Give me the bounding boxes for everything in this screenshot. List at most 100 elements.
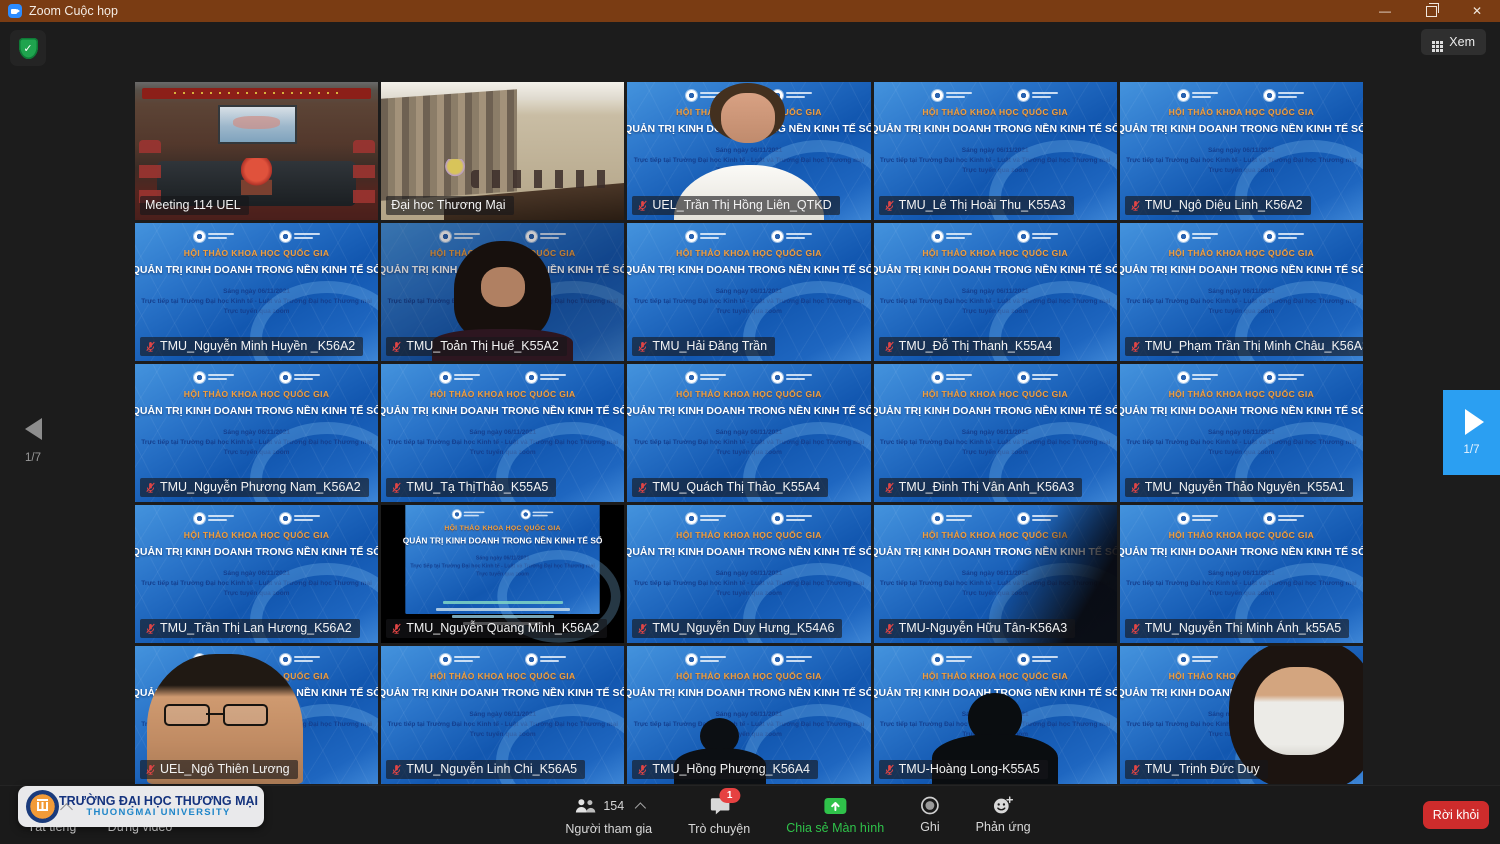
university-logos: [440, 371, 566, 383]
muted-mic-icon: [391, 482, 402, 493]
reactions-button-label: Phản ứng: [976, 820, 1031, 834]
minimize-button[interactable]: —: [1362, 0, 1408, 22]
leave-meeting-button[interactable]: Rời khỏi: [1423, 801, 1489, 829]
banner-conference-type: HỘI THẢO KHOA HỌC QUỐC GIA: [430, 248, 576, 258]
share-screen-button[interactable]: Chia sẻ Màn hình: [786, 786, 884, 844]
uel-logo-icon: [1178, 372, 1189, 383]
banner-online: Trực tuyến qua zoom: [224, 449, 290, 456]
banner-date: Sáng ngày 06/11/2021: [476, 556, 529, 562]
participant-tile[interactable]: HỘI THẢO KHOA HỌC QUỐC GIA QUẢN TRỊ KINH…: [627, 364, 870, 502]
participant-tile[interactable]: HỘI THẢO KHOA HỌC QUỐC GIA QUẢN TRỊ KINH…: [627, 82, 870, 220]
participant-tile[interactable]: HỘI THẢO KHOA HỌC QUỐC GIA QUẢN TRỊ KINH…: [1120, 82, 1363, 220]
banner-conference-type: HỘI THẢO KHOA HỌC QUỐC GIA: [676, 389, 822, 399]
tmu-logo-icon: [1018, 90, 1029, 101]
banner-online: Trực tuyến qua zoom: [1209, 449, 1275, 456]
participants-button[interactable]: 154 Người tham gia: [565, 786, 652, 844]
participant-name-label: UEL_Trần Thị Hồng Liên_QTKD: [632, 196, 839, 215]
university-logos: [932, 371, 1058, 383]
participant-tile[interactable]: HỘI THẢO KHOA HỌC QUỐC GIA QUẢN TRỊ KINH…: [135, 364, 378, 502]
banner-venue: Trực tiếp tại Trường Đại học Kinh tế - L…: [634, 298, 865, 305]
participant-name: TMU_Đinh Thị Vân Anh_K56A3: [899, 480, 1075, 494]
banner-title: QUẢN TRỊ KINH DOANH TRONG NỀN KINH TẾ SỐ: [135, 264, 378, 276]
participant-tile[interactable]: HỘI THẢO KHOA HỌC QUỐC GIA QUẢN TRỊ KINH…: [135, 223, 378, 361]
banner-venue: Trực tiếp tại Trường Đại học Kinh tế - L…: [880, 157, 1111, 164]
participant-name: TMU_Hải Đăng Trần: [652, 339, 767, 353]
participant-tile[interactable]: HỘI THẢO KHOA HỌC QUỐC GIA QUẢN TRỊ KINH…: [135, 505, 378, 643]
banner-date: Sáng ngày 06/11/2021: [716, 147, 783, 154]
banner-date: Sáng ngày 06/11/2021: [962, 711, 1029, 718]
tmu-logo-icon: [1018, 372, 1029, 383]
banner-online: Trực tuyến qua zoom: [1209, 167, 1275, 174]
participant-name: TMU_Nguyễn Phương Nam_K56A2: [160, 480, 361, 494]
participant-tile[interactable]: HỘI THẢO KHOA HỌC QUỐC GIA QUẢN TRỊ KINH…: [874, 82, 1117, 220]
uel-logo-icon: [1178, 654, 1189, 665]
participant-tile[interactable]: HỘI THẢO KHOA HỌC QUỐC GIA QUẢN TRỊ KINH…: [1120, 223, 1363, 361]
participant-tile[interactable]: HỘI THẢO KHOA HỌC QUỐC GIA QUẢN TRỊ KINH…: [381, 364, 624, 502]
participant-tile[interactable]: HỘI THẢO KHOA HỌC QUỐC GIA QUẢN TRỊ KINH…: [874, 364, 1117, 502]
participant-name-label: TMU_Nguyễn Thị Minh Ánh_k55A5: [1125, 619, 1349, 638]
participant-tile[interactable]: HỘI THẢO KHOA HỌC QUỐC GIA QUẢN TRỊ KINH…: [627, 505, 870, 643]
participant-tile[interactable]: HỘI THẢO KHOA HỌC QUỐC GIA QUẢN TRỊ KINH…: [1120, 646, 1363, 784]
participant-tile[interactable]: HỘI THẢO KHOA HỌC QUỐC GIA QUẢN TRỊ KINH…: [135, 82, 378, 220]
tmu-logo-icon: [521, 510, 530, 519]
banner-title: QUẢN TRỊ KINH DOANH TRONG NỀN KINH TẾ SỐ: [1120, 687, 1363, 699]
uel-logo-icon: [194, 231, 205, 242]
participant-tile[interactable]: HỘI THẢO KHOA HỌC QUỐC GIA QUẢN TRỊ KINH…: [627, 223, 870, 361]
muted-mic-icon: [145, 764, 156, 775]
participant-name-label: TMU_Lê Thị Hoài Thu_K55A3: [879, 196, 1074, 215]
participant-tile[interactable]: HỘI THẢO KHOA HỌC QUỐC GIA QUẢN TRỊ KINH…: [381, 646, 624, 784]
participant-name: TMU_Trần Thị Lan Hương_K56A2: [160, 621, 352, 635]
uel-logo-icon: [194, 654, 205, 665]
restore-icon: [1426, 6, 1437, 17]
banner-online: Trực tuyến qua zoom: [962, 590, 1028, 597]
tmu-logo-icon: [1264, 372, 1275, 383]
university-logos: [686, 230, 812, 242]
chat-button[interactable]: 1 Trò chuyện: [688, 786, 750, 844]
banner-venue: Trực tiếp tại Trường Đại học Kinh tế - L…: [387, 298, 618, 305]
banner-title: QUẢN TRỊ KINH DOANH TRONG NỀN KINH TẾ SỐ: [627, 546, 870, 558]
security-shield-button[interactable]: ✓: [10, 30, 46, 66]
meeting-main-area: ✓ Xem HỘI THẢO KHOA HỌC QUỐC GIA QUẢN TR…: [0, 22, 1500, 786]
banner-venue: Trực tiếp tại Trường Đại học Kinh tế - L…: [1126, 439, 1357, 446]
record-button[interactable]: Ghi: [920, 786, 939, 844]
participants-count: 154: [603, 799, 624, 813]
muted-mic-icon: [1130, 200, 1141, 211]
banner-date: Sáng ngày 06/11/2021: [469, 288, 536, 295]
participant-tile[interactable]: HỘI THẢO KHOA HỌC QUỐC GIA QUẢN TRỊ KINH…: [381, 82, 624, 220]
participant-name-label: TMU_Đinh Thị Vân Anh_K56A3: [879, 478, 1083, 497]
banner-online: Trực tuyến qua zoom: [962, 308, 1028, 315]
view-button[interactable]: Xem: [1421, 29, 1486, 55]
banner-conference-type: HỘI THẢO KHOA HỌC QUỐC GIA: [1169, 248, 1315, 258]
participant-name: TMU_Trịnh Đức Duy: [1145, 762, 1260, 776]
banner-online: Trực tuyến qua zoom: [962, 731, 1028, 738]
tmu-logo-icon: [526, 654, 537, 665]
participant-tile[interactable]: HỘI THẢO KHOA HỌC QUỐC GIA QUẢN TRỊ KINH…: [874, 223, 1117, 361]
self-video-thumbnail[interactable]: TRƯỜNG ĐẠI HỌC THƯƠNG MẠI THUONGMAI UNIV…: [18, 786, 264, 827]
reactions-button[interactable]: Phản ứng: [976, 786, 1031, 844]
banner-title: QUẢN TRỊ KINH DOANH TRONG NỀN KINH TẾ SỐ: [1120, 546, 1363, 558]
participant-name-label: TMU_Nguyễn Quang Minh_K56A2: [386, 619, 607, 638]
participant-tile[interactable]: HỘI THẢO KHOA HỌC QUỐC GIA QUẢN TRỊ KINH…: [627, 646, 870, 784]
participant-tile[interactable]: HỘI THẢO KHOA HỌC QUỐC GIA QUẢN TRỊ KINH…: [1120, 505, 1363, 643]
participant-tile[interactable]: HỘI THẢO KHOA HỌC QUỐC GIA QUẢN TRỊ KINH…: [381, 505, 624, 643]
banner-date: Sáng ngày 06/11/2021: [716, 288, 783, 295]
uel-logo-icon: [932, 372, 943, 383]
participant-tile[interactable]: HỘI THẢO KHOA HỌC QUỐC GIA QUẢN TRỊ KINH…: [381, 223, 624, 361]
participants-chevron-icon[interactable]: [635, 802, 646, 813]
banner-online: Trực tuyến qua zoom: [470, 731, 536, 738]
previous-page-button[interactable]: 1/7: [15, 418, 51, 464]
participant-name-label: TMU_Hải Đăng Trần: [632, 337, 775, 356]
participant-tile[interactable]: HỘI THẢO KHOA HỌC QUỐC GIA QUẢN TRỊ KINH…: [135, 646, 378, 784]
participant-tile[interactable]: HỘI THẢO KHOA HỌC QUỐC GIA QUẢN TRỊ KINH…: [1120, 364, 1363, 502]
banner-title: QUẢN TRỊ KINH DOANH TRONG NỀN KINH TẾ SỐ: [874, 405, 1117, 417]
restore-button[interactable]: [1408, 0, 1454, 22]
next-page-button[interactable]: 1/7: [1443, 390, 1500, 475]
participant-tile[interactable]: HỘI THẢO KHOA HỌC QUỐC GIA QUẢN TRỊ KINH…: [874, 646, 1117, 784]
participant-tile[interactable]: HỘI THẢO KHOA HỌC QUỐC GIA QUẢN TRỊ KINH…: [874, 505, 1117, 643]
muted-mic-icon: [1130, 764, 1141, 775]
banner-venue: Trực tiếp tại Trường Đại học Kinh tế - L…: [634, 721, 865, 728]
banner-venue: Trực tiếp tại Trường Đại học Kinh tế - L…: [1126, 721, 1357, 728]
banner-title: QUẢN TRỊ KINH DOANH TRONG NỀN KINH TẾ SỐ: [135, 687, 378, 699]
close-button[interactable]: ✕: [1454, 0, 1500, 22]
tmu-logo-icon: [772, 513, 783, 524]
